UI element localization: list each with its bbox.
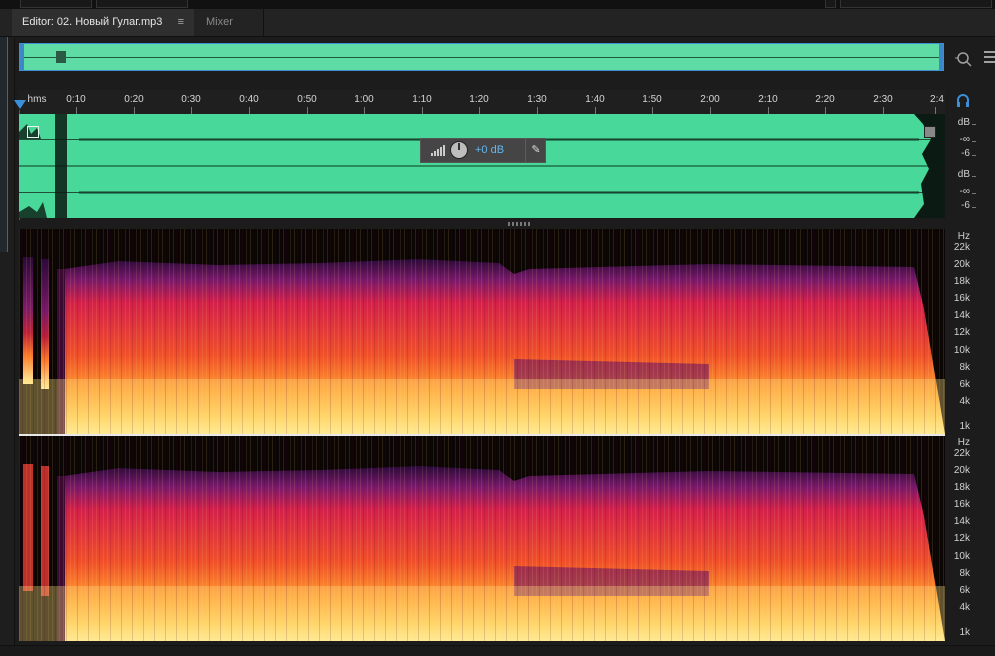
overview-navigator[interactable] xyxy=(19,43,944,71)
tab-editor-label: Editor: 02. Новый Гулаг.mp3 xyxy=(22,16,163,28)
tab-menu-icon[interactable]: ≡ xyxy=(178,9,184,36)
tab-bar: Editor: 02. Новый Гулаг.mp3 ≡ Mixer xyxy=(0,9,995,37)
spectral-display-left[interactable] xyxy=(19,229,945,434)
tab-mixer-label: Mixer xyxy=(206,16,233,28)
pin-icon[interactable]: ✎ xyxy=(525,139,546,162)
hud-gain-value[interactable]: +0 dB xyxy=(475,144,504,156)
db-scale-left: dB -∞ -6 xyxy=(946,114,976,166)
bottom-toolbar xyxy=(0,645,995,656)
list-icon[interactable] xyxy=(984,50,995,67)
fade-handle-icon[interactable] xyxy=(27,126,39,138)
overview-right-handle[interactable] xyxy=(939,44,943,70)
hz-scale-left: Hz 22k 20k 18k 16k 14k 12k 10k 8k 6k 4k … xyxy=(953,231,970,432)
overview-left-handle[interactable] xyxy=(20,44,24,70)
spectral-display-right[interactable] xyxy=(19,436,945,641)
waveform-display[interactable] xyxy=(19,114,945,218)
level-meter-icon xyxy=(431,145,445,156)
left-panel-edge xyxy=(0,37,15,655)
db-scale-right: dB -∞ -6 xyxy=(946,166,976,218)
fade-handle-icon[interactable] xyxy=(924,126,936,138)
top-strip xyxy=(0,0,995,9)
zoom-icon[interactable] xyxy=(955,50,973,71)
playhead[interactable] xyxy=(14,100,26,109)
tab-editor[interactable]: Editor: 02. Новый Гулаг.mp3 ≡ xyxy=(12,9,194,36)
hz-scale-right: Hz 22k 20k 18k 16k 14k 12k 10k 8k 6k 4k … xyxy=(953,437,970,638)
tab-mixer[interactable]: Mixer xyxy=(196,9,264,36)
time-ruler[interactable]: hms 0:10 0:20 0:30 0:40 0:50 1:00 1:10 1… xyxy=(19,90,945,114)
headphones-icon[interactable] xyxy=(956,94,970,111)
knob-icon[interactable] xyxy=(450,141,468,159)
hud-volume-control[interactable]: +0 dB ✎ xyxy=(420,138,546,163)
panel-resize-grip[interactable] xyxy=(508,222,530,226)
